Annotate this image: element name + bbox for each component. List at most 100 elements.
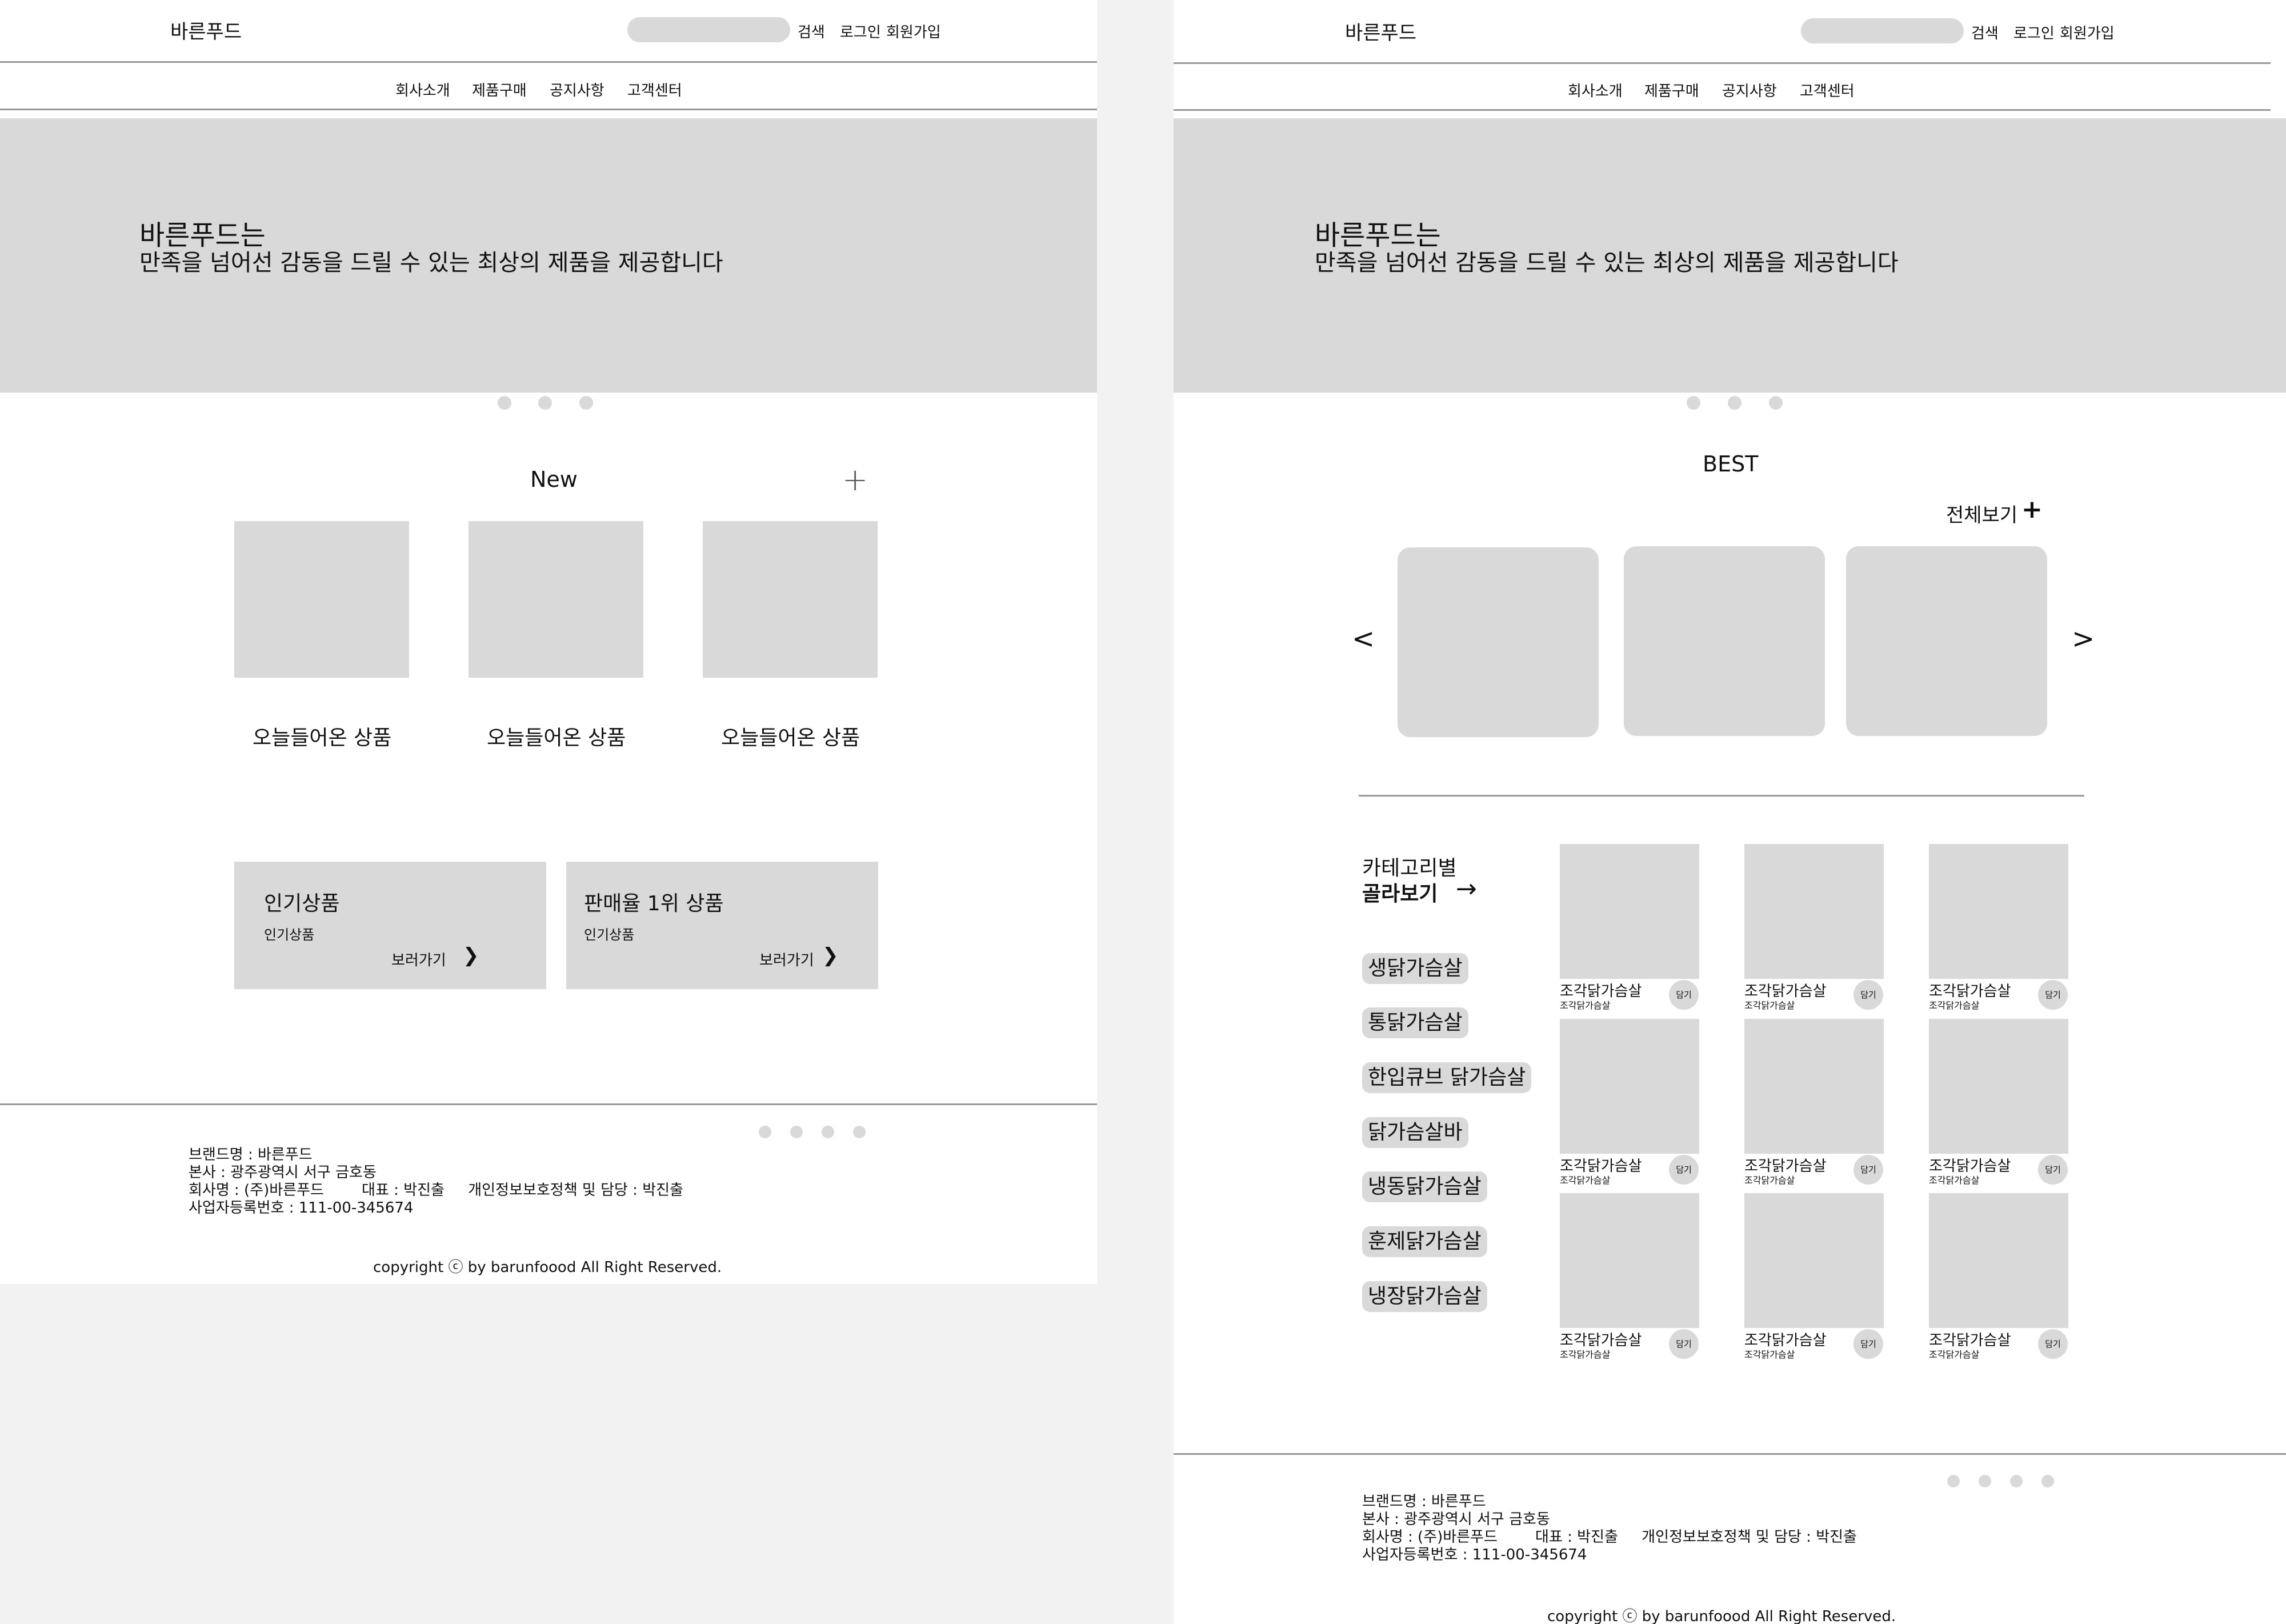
chevron-right-icon[interactable]: ❯ <box>463 944 479 967</box>
product-subtitle: 조각닭가슴살 <box>1744 1175 1795 1186</box>
social-dot[interactable] <box>822 1126 834 1138</box>
product-subtitle: 조각닭가슴살 <box>1929 1349 1980 1360</box>
add-to-cart-button[interactable]: 담기 <box>1853 1329 1883 1359</box>
view-link[interactable]: 보러가기 <box>759 949 814 970</box>
slider-dot[interactable] <box>498 396 511 410</box>
product-image[interactable] <box>1929 844 2068 979</box>
nav-support[interactable]: 고객센터 <box>627 79 682 100</box>
category-tag[interactable]: 훈제닭가슴살 <box>1362 1226 1487 1257</box>
slider-dot[interactable] <box>1769 396 1783 410</box>
signup-link[interactable]: 회원가입 <box>886 21 941 42</box>
header-divider <box>1174 62 2271 64</box>
footer-bizno: 사업자등록번호 : 111-00-345674 <box>1362 1546 1587 1563</box>
new-product-label[interactable]: 오늘들어온 상품 <box>721 721 860 751</box>
login-link[interactable]: 로그인 <box>840 21 881 42</box>
nav-company[interactable]: 회사소개 <box>1568 79 1623 101</box>
slider-dot[interactable] <box>579 396 593 410</box>
add-to-cart-button[interactable]: 담기 <box>2038 980 2068 1010</box>
promo-card-popular[interactable]: 인기상품 인기상품 보러가기 ❯ <box>234 862 546 989</box>
social-dot[interactable] <box>2041 1475 2054 1487</box>
nav-notice[interactable]: 공지사항 <box>550 79 604 100</box>
slider-dot[interactable] <box>1728 396 1741 410</box>
hero-subtitle: 만족을 넘어선 감동을 드릴 수 있는 최상의 제품을 제공합니다 <box>1315 250 1899 276</box>
add-to-cart-button[interactable]: 담기 <box>1669 1329 1699 1359</box>
page-frame-best: 바른푸드 검색 로그인 회원가입 회사소개 제품구매 공지사항 고객센터 바른푸… <box>1174 0 2286 1624</box>
category-tag[interactable]: 통닭가슴살 <box>1362 1007 1468 1038</box>
product-image[interactable] <box>1929 1193 2068 1328</box>
product-image[interactable] <box>1560 1019 1699 1154</box>
view-link[interactable]: 보러가기 <box>391 949 446 970</box>
product-image[interactable] <box>1744 1193 1884 1328</box>
hero-banner: 바른푸드는 만족을 넘어선 감동을 드릴 수 있는 최상의 제품을 제공합니다 <box>0 118 1097 393</box>
arrow-right-icon[interactable]: → <box>1456 874 1477 903</box>
product-image[interactable] <box>1929 1019 2068 1154</box>
promo-title: 인기상품 <box>264 892 340 915</box>
search-input[interactable] <box>627 17 790 42</box>
nav-support[interactable]: 고객센터 <box>1800 79 1855 101</box>
product-image[interactable] <box>1744 844 1884 979</box>
slider-dot[interactable] <box>538 396 552 410</box>
nav-divider <box>1174 109 2271 111</box>
carousel-next-icon[interactable]: > <box>2072 623 2095 655</box>
social-dot[interactable] <box>853 1126 866 1138</box>
plus-icon[interactable]: + <box>2021 495 2043 524</box>
product-image[interactable] <box>1560 844 1699 979</box>
product-image[interactable] <box>1744 1019 1884 1154</box>
search-button[interactable]: 검색 <box>798 21 825 42</box>
category-tag[interactable]: 냉장닭가슴살 <box>1362 1281 1487 1312</box>
social-dot[interactable] <box>2010 1475 2023 1487</box>
nav-notice[interactable]: 공지사항 <box>1722 79 1777 101</box>
new-product-label[interactable]: 오늘들어온 상품 <box>253 721 391 751</box>
new-product-image[interactable] <box>234 521 409 678</box>
add-to-cart-button[interactable]: 담기 <box>1853 1155 1883 1185</box>
promo-card-bestseller[interactable]: 판매율 1위 상품 인기상품 보러가기 ❯ <box>566 862 878 989</box>
promo-subtitle: 인기상품 <box>264 927 315 943</box>
nav-company[interactable]: 회사소개 <box>395 79 450 100</box>
logo[interactable]: 바른푸드 <box>1345 17 1416 45</box>
best-product-card[interactable] <box>1624 546 1825 736</box>
social-dot[interactable] <box>1979 1475 1991 1487</box>
best-product-card[interactable] <box>1398 547 1599 737</box>
nav-products[interactable]: 제품구매 <box>472 79 527 100</box>
footer-divider <box>0 1103 1097 1105</box>
new-product-image[interactable] <box>469 521 643 678</box>
search-button[interactable]: 검색 <box>1971 22 1999 43</box>
search-input[interactable] <box>1801 18 1964 43</box>
hero-subtitle: 만족을 넘어선 감동을 드릴 수 있는 최상의 제품을 제공합니다 <box>139 250 723 276</box>
product-image[interactable] <box>1560 1193 1699 1328</box>
signup-link[interactable]: 회원가입 <box>2060 22 2115 43</box>
new-product-label[interactable]: 오늘들어온 상품 <box>487 721 626 751</box>
footer-copyright: copyright ⓒ by barunfoood All Right Rese… <box>373 1259 722 1276</box>
add-to-cart-button[interactable]: 담기 <box>1853 980 1883 1010</box>
add-to-cart-button[interactable]: 담기 <box>1669 980 1699 1010</box>
footer-copyright: copyright ⓒ by barunfoood All Right Rese… <box>1547 1608 1896 1624</box>
promo-subtitle: 인기상품 <box>584 927 635 943</box>
category-heading-bold: 골라보기 <box>1362 882 1438 906</box>
promo-title: 판매율 1위 상품 <box>584 892 724 915</box>
category-tag[interactable]: 생닭가슴살 <box>1362 953 1468 984</box>
product-subtitle: 조각닭가슴살 <box>1744 1000 1795 1011</box>
social-dot[interactable] <box>790 1126 803 1138</box>
hero-banner: 바른푸드는 만족을 넘어선 감동을 드릴 수 있는 최상의 제품을 제공합니다 <box>1174 118 2286 393</box>
social-dot[interactable] <box>759 1126 771 1138</box>
carousel-prev-icon[interactable]: < <box>1352 623 1375 655</box>
section-title-best: BEST <box>1703 451 1759 477</box>
chevron-right-icon[interactable]: ❯ <box>822 944 839 967</box>
new-product-image[interactable] <box>703 521 878 678</box>
social-dot[interactable] <box>1947 1475 1960 1487</box>
category-tag[interactable]: 냉동닭가슴살 <box>1362 1171 1487 1202</box>
slider-dot[interactable] <box>1687 396 1700 410</box>
view-all-link[interactable]: 전체보기 <box>1946 499 2017 527</box>
logo[interactable]: 바른푸드 <box>170 16 242 44</box>
best-product-card[interactable] <box>1846 546 2047 736</box>
product-subtitle: 조각닭가슴살 <box>1560 1349 1611 1360</box>
add-to-cart-button[interactable]: 담기 <box>2038 1155 2068 1185</box>
footer-divider <box>1174 1453 2286 1455</box>
add-to-cart-button[interactable]: 담기 <box>2038 1329 2068 1359</box>
add-to-cart-button[interactable]: 담기 <box>1669 1155 1699 1185</box>
nav-products[interactable]: 제품구매 <box>1644 79 1699 101</box>
category-tag[interactable]: 닭가슴살바 <box>1362 1117 1468 1148</box>
category-tag[interactable]: 한입큐브 닭가슴살 <box>1362 1062 1532 1093</box>
more-plus-icon[interactable]: + <box>842 462 868 498</box>
login-link[interactable]: 로그인 <box>2013 22 2055 43</box>
